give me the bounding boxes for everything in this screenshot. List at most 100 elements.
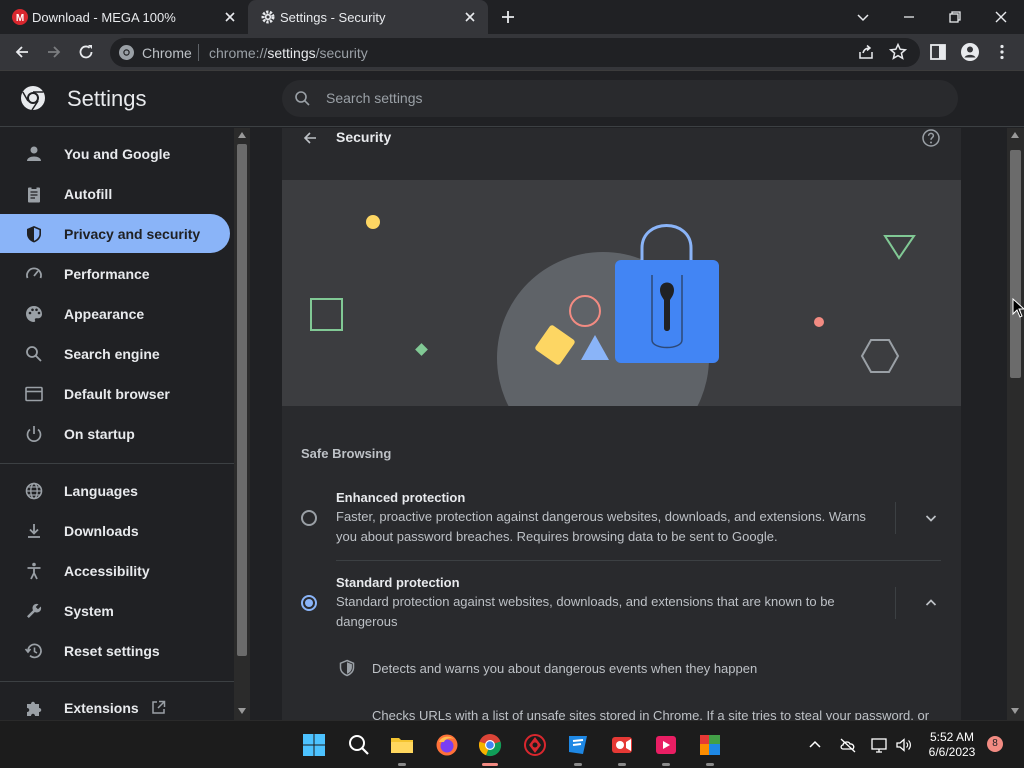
sidebar-item-downloads[interactable]: Downloads: [0, 511, 230, 550]
sidebar-item-reset-settings[interactable]: Reset settings: [0, 631, 230, 670]
running-indicator: [574, 763, 582, 766]
standard-detail-item: Detects and warns you about dangerous ev…: [372, 661, 758, 676]
vpn-shield-icon[interactable]: [566, 733, 590, 757]
sidebar-item-label: Default browser: [64, 386, 170, 402]
sidebar-item-label: Reset settings: [64, 643, 160, 659]
back-icon[interactable]: [12, 42, 32, 62]
url-text: chrome://settings/security: [209, 44, 368, 61]
wrench-icon: [27, 603, 42, 618]
scroll-up-arrow-icon[interactable]: [238, 132, 246, 138]
scroll-down-arrow-icon[interactable]: [238, 708, 246, 714]
share-icon[interactable]: [856, 42, 876, 62]
video-editor-icon[interactable]: [654, 733, 678, 757]
system-clock[interactable]: 5:52 AM 6/6/2023: [922, 730, 982, 760]
sidebar-scroll-thumb[interactable]: [237, 144, 247, 656]
scroll-up-arrow-icon[interactable]: [1011, 132, 1019, 138]
settings-header: Settings Search settings: [0, 72, 1024, 127]
profile-icon[interactable]: [960, 42, 980, 62]
search-settings-input[interactable]: Search settings: [282, 80, 958, 117]
sidebar-item-you-and-google[interactable]: You and Google: [0, 134, 230, 173]
gear-icon: [261, 10, 275, 24]
chevron-up-icon[interactable]: [806, 736, 824, 754]
scroll-down-arrow-icon[interactable]: [1011, 708, 1019, 714]
sidebar-scrollbar[interactable]: [234, 128, 250, 720]
close-icon[interactable]: [222, 9, 238, 25]
lock-illustration: [310, 215, 916, 406]
help-icon[interactable]: [921, 128, 941, 148]
restore-icon[interactable]: [944, 6, 966, 28]
page-scrollbar[interactable]: [1007, 128, 1024, 720]
sidebar-item-accessibility[interactable]: Accessibility: [0, 551, 230, 590]
option-separator: [895, 502, 896, 534]
address-bar[interactable]: Chrome chrome://settings/security: [110, 38, 920, 67]
sidebar-item-label: Search engine: [64, 346, 160, 362]
screen-recorder-icon[interactable]: [610, 733, 634, 757]
enhanced-protection-radio[interactable]: [301, 510, 317, 526]
search-placeholder: Search settings: [326, 90, 423, 106]
tab-title: Settings - Security: [280, 9, 386, 25]
minimize-icon[interactable]: [898, 6, 920, 28]
chrome-icon[interactable]: [478, 733, 502, 757]
browser-icon: [25, 386, 43, 402]
standard-protection-radio[interactable]: [301, 595, 317, 611]
accessibility-icon: [27, 562, 41, 580]
reload-icon[interactable]: [76, 42, 96, 62]
sidebar-item-languages[interactable]: Languages: [0, 471, 230, 510]
chevron-down-icon[interactable]: [922, 509, 940, 527]
bookmark-star-icon[interactable]: [888, 42, 908, 62]
windows-start-icon[interactable]: [302, 733, 326, 757]
tab-search-chevron-icon[interactable]: [852, 6, 874, 28]
palette-icon: [26, 306, 42, 322]
sidebar-item-privacy-and-security[interactable]: Privacy and security: [0, 214, 230, 253]
speaker-icon[interactable]: [895, 736, 913, 754]
search-icon: [295, 91, 310, 106]
running-indicator: [618, 763, 626, 766]
page-section-title: Security: [336, 129, 392, 145]
option-title: Standard protection: [336, 575, 460, 590]
gauge-icon: [26, 267, 42, 279]
history-icon: [24, 643, 42, 659]
omnibox-separator: [198, 44, 199, 61]
sidebar-item-autofill[interactable]: Autofill: [0, 174, 230, 213]
site-chip: Chrome: [142, 44, 192, 61]
tab-mega-download[interactable]: M Download - MEGA 100%: [0, 0, 248, 34]
sidebar-item-label: Extensions: [64, 700, 139, 716]
side-panel-icon[interactable]: [928, 42, 948, 62]
notification-badge[interactable]: 8: [987, 736, 1003, 752]
sidebar-item-appearance[interactable]: Appearance: [0, 294, 230, 333]
office-app-icon[interactable]: [698, 733, 722, 757]
shield-icon: [339, 659, 355, 677]
monitor-icon[interactable]: [870, 736, 888, 754]
search-icon: [26, 346, 42, 362]
security-app-icon[interactable]: [523, 733, 547, 757]
running-indicator: [662, 763, 670, 766]
sidebar-item-on-startup[interactable]: On startup: [0, 414, 230, 453]
active-app-indicator: [482, 763, 498, 766]
chevron-up-icon[interactable]: [922, 594, 940, 612]
page-scroll-thumb[interactable]: [1010, 150, 1021, 378]
search-icon[interactable]: [347, 733, 371, 757]
option-description: Standard protection against websites, do…: [336, 594, 835, 629]
tab-settings-security[interactable]: Settings - Security: [248, 0, 488, 34]
safe-browsing-heading: Safe Browsing: [301, 446, 392, 461]
forward-icon[interactable]: [44, 42, 64, 62]
more-menu-icon[interactable]: [992, 42, 1012, 62]
sidebar-divider: [0, 681, 234, 682]
window-close-icon[interactable]: [990, 6, 1012, 28]
new-tab-icon[interactable]: [498, 7, 518, 27]
sidebar-item-system[interactable]: System: [0, 591, 230, 630]
file-explorer-icon[interactable]: [390, 733, 414, 757]
sidebar-item-default-browser[interactable]: Default browser: [0, 374, 230, 413]
page-title: Settings: [67, 86, 147, 111]
sidebar-item-search-engine[interactable]: Search engine: [0, 334, 230, 373]
onedrive-offline-icon[interactable]: [839, 736, 857, 754]
firefox-icon[interactable]: [435, 733, 459, 757]
clock-time: 5:52 AM: [929, 730, 975, 744]
settings-sidebar: You and Google Autofill Privacy and secu…: [0, 128, 234, 720]
clipboard-icon: [28, 186, 40, 203]
close-icon[interactable]: [462, 9, 478, 25]
back-arrow-icon[interactable]: [300, 128, 320, 148]
person-icon: [27, 146, 41, 161]
security-illustration: [282, 180, 961, 406]
sidebar-item-performance[interactable]: Performance: [0, 254, 230, 293]
